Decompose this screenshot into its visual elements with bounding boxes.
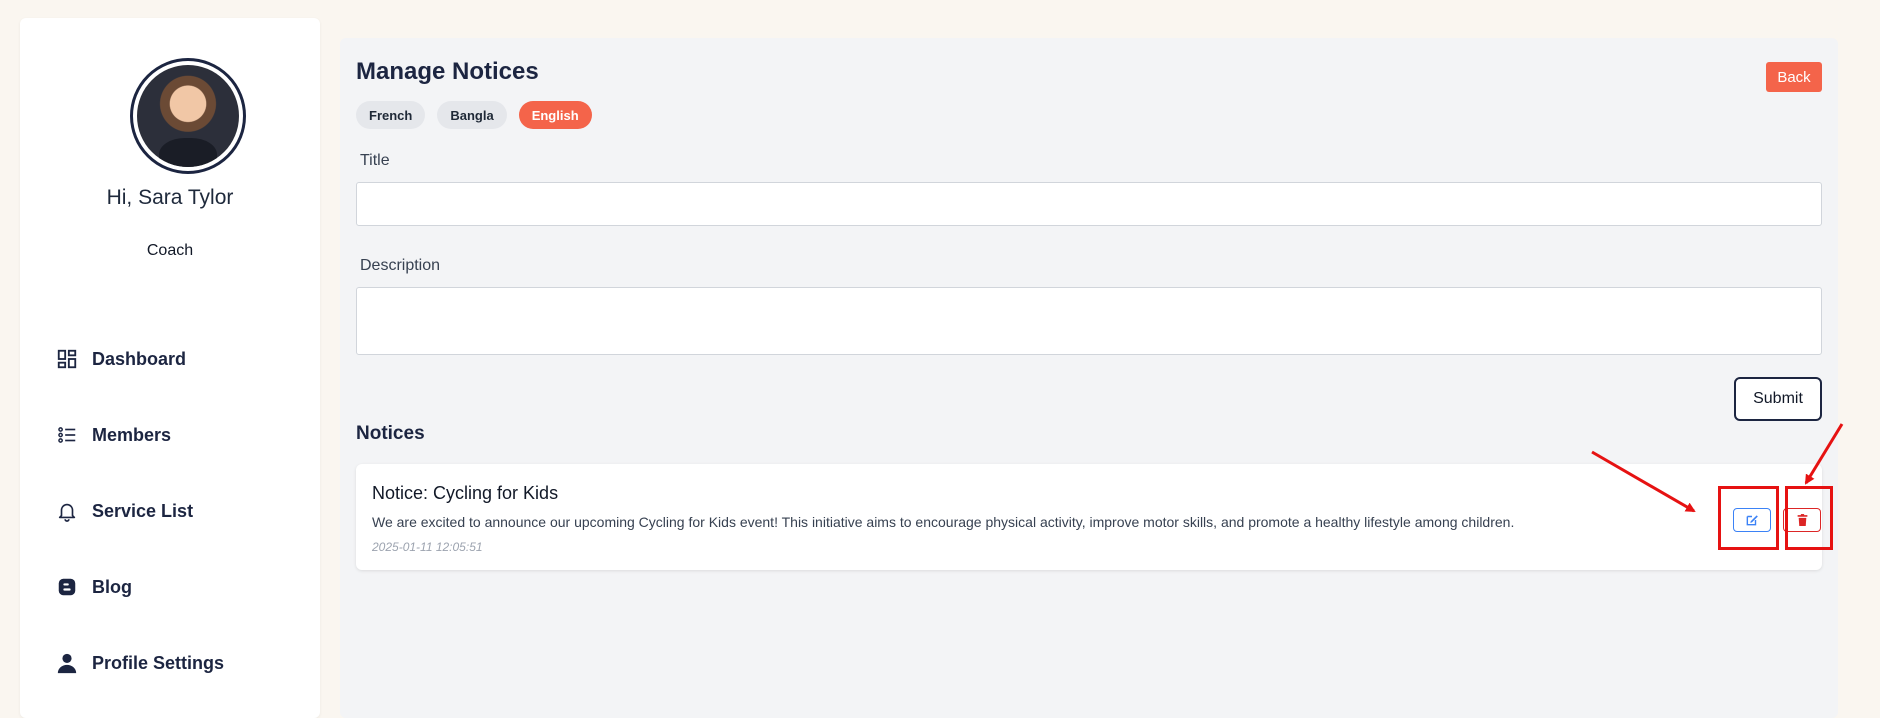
sidebar-item-blog[interactable]: Blog xyxy=(56,576,132,598)
tab-english[interactable]: English xyxy=(518,101,592,129)
sidebar: Hi, Sara Tylor Coach Dashboard Members S… xyxy=(20,18,320,718)
tab-french[interactable]: French xyxy=(356,101,426,129)
annotation-highlight-box xyxy=(1718,486,1779,550)
profile-photo xyxy=(137,65,239,167)
back-button[interactable]: Back xyxy=(1766,62,1822,92)
sidebar-item-label: Dashboard xyxy=(92,348,187,369)
sidebar-item-label: Service List xyxy=(92,500,194,521)
user-icon xyxy=(57,653,77,674)
notice-date: 2025-01-11 12:05:51 xyxy=(372,540,483,554)
sidebar-item-service-list[interactable]: Service List xyxy=(56,500,193,522)
tab-bangla[interactable]: Bangla xyxy=(437,101,507,129)
notice-description: We are excited to announce our upcoming … xyxy=(372,514,1515,530)
description-label: Description xyxy=(360,257,441,274)
user-greeting: Hi, Sara Tylor xyxy=(106,186,234,209)
list-icon xyxy=(58,427,76,443)
notices-heading: Notices xyxy=(356,423,425,444)
dashboard-icon xyxy=(57,349,77,369)
sidebar-item-label: Profile Settings xyxy=(92,652,225,673)
annotation-highlight-box xyxy=(1785,486,1833,550)
sidebar-item-label: Members xyxy=(92,424,172,445)
sidebar-item-dashboard[interactable]: Dashboard xyxy=(56,348,186,370)
language-tabs: French Bangla English xyxy=(356,101,592,129)
bell-icon xyxy=(58,503,76,522)
description-textarea[interactable] xyxy=(356,287,1822,355)
sidebar-item-label: Blog xyxy=(92,576,132,597)
avatar xyxy=(130,58,246,174)
page-title: Manage Notices xyxy=(356,58,539,85)
main-panel: Manage Notices Back French Bangla Englis… xyxy=(340,38,1838,718)
submit-button[interactable]: Submit xyxy=(1734,377,1822,421)
title-input[interactable] xyxy=(356,182,1822,226)
notice-card: Notice: Cycling for Kids We are excited … xyxy=(356,464,1833,570)
user-role: Coach xyxy=(146,242,194,259)
sidebar-item-profile-settings[interactable]: Profile Settings xyxy=(56,652,224,674)
sidebar-item-members[interactable]: Members xyxy=(56,424,171,446)
blog-icon xyxy=(58,578,76,596)
notice-title: Notice: Cycling for Kids xyxy=(372,483,559,503)
title-label: Title xyxy=(360,152,390,169)
